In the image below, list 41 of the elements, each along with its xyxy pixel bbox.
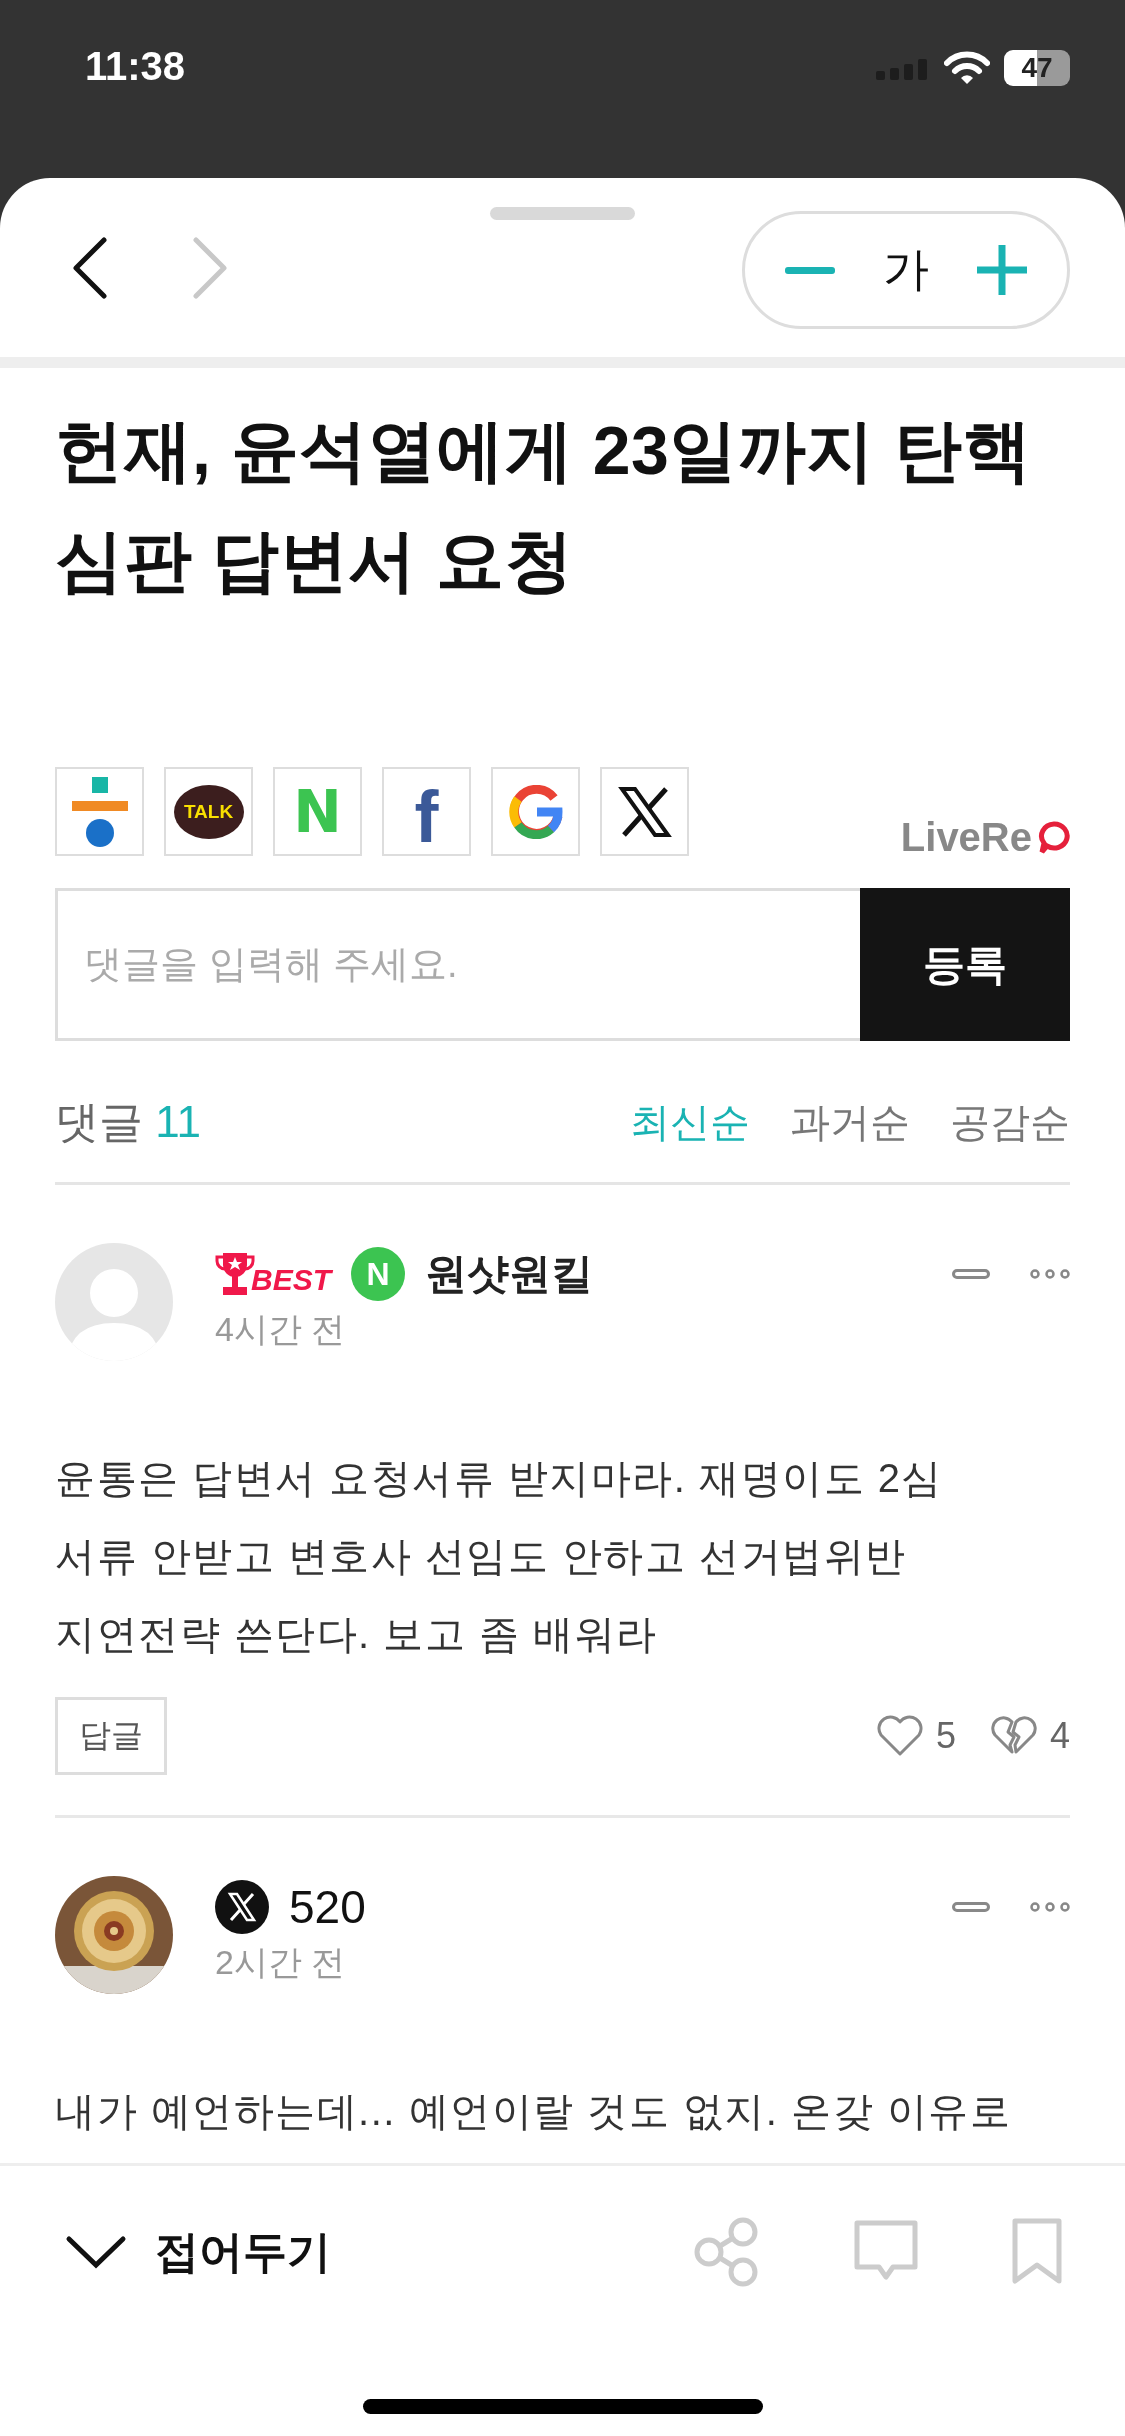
article-headline: 헌재, 윤석열에게 23일까지 탄핵심판 답변서 요청 bbox=[55, 411, 1033, 600]
decrease-font-button[interactable] bbox=[785, 264, 835, 275]
share-button[interactable] bbox=[600, 767, 689, 856]
minimize-icon[interactable] bbox=[952, 1269, 990, 1279]
like-count: 5 bbox=[935, 1715, 956, 1757]
comment-time: 2시간 전 bbox=[215, 1942, 347, 1983]
increase-font-button[interactable] bbox=[977, 244, 1027, 295]
minimize-icon[interactable] bbox=[952, 1902, 990, 1912]
sort-tab[interactable]: 공감순 bbox=[950, 1095, 1070, 1150]
brand-logo-text: LiveRe bbox=[900, 815, 1032, 860]
sort-tab[interactable]: 과거순 bbox=[790, 1095, 910, 1150]
status-time: 11:38 bbox=[85, 44, 186, 89]
author-name[interactable]: 520 bbox=[289, 1880, 366, 1934]
comment-text: 윤통은 답변서 요청서류 받지마라. 재명이도 2심 서류 안받고 변호사 선임도 안하고 선거법위반 지연전략 쓴단다. 보고 좀 배워라 bbox=[55, 1455, 944, 1658]
wifi-icon bbox=[944, 51, 990, 85]
best-badge: BEST bbox=[215, 1251, 331, 1297]
battery-icon: 47 bbox=[1004, 50, 1070, 86]
reply-button[interactable]: 답글 bbox=[55, 1697, 167, 1775]
comment-time: 4시간 전 bbox=[215, 1309, 347, 1350]
dislike-count: 4 bbox=[1049, 1715, 1070, 1757]
x-logo-icon bbox=[617, 784, 672, 839]
font-size-control[interactable]: 가 bbox=[742, 210, 1070, 329]
more-icon[interactable] bbox=[1030, 1902, 1070, 1912]
speech-bubble-icon bbox=[1038, 820, 1070, 855]
heart-icon[interactable] bbox=[875, 1715, 924, 1757]
author-name[interactable]: 원샷원킬 bbox=[425, 1246, 593, 1302]
comment-count: 댓글 11 bbox=[55, 1096, 201, 1148]
submit-button[interactable]: 등록 bbox=[860, 888, 1070, 1041]
font-size-label: 가 bbox=[883, 241, 929, 297]
google-logo-icon bbox=[508, 784, 563, 839]
collapse-button[interactable]: 접어두기 bbox=[65, 2222, 331, 2282]
share-button[interactable]: f bbox=[382, 767, 471, 856]
back-button[interactable] bbox=[70, 235, 110, 300]
comment-text: 내가 예언하는데... 예언이랄 것도 없지. 온갖 이유로 bbox=[55, 2088, 1013, 2135]
share-button[interactable]: TALK bbox=[164, 767, 253, 856]
chevron-down-icon bbox=[65, 2235, 127, 2269]
x-icon bbox=[215, 1880, 269, 1934]
comment-input-field[interactable]: 댓글을 입력해 주세요. bbox=[55, 888, 860, 1041]
drag-handle[interactable] bbox=[490, 207, 635, 220]
more-icon[interactable] bbox=[1030, 1269, 1070, 1279]
platform-badge: N bbox=[351, 1247, 405, 1301]
